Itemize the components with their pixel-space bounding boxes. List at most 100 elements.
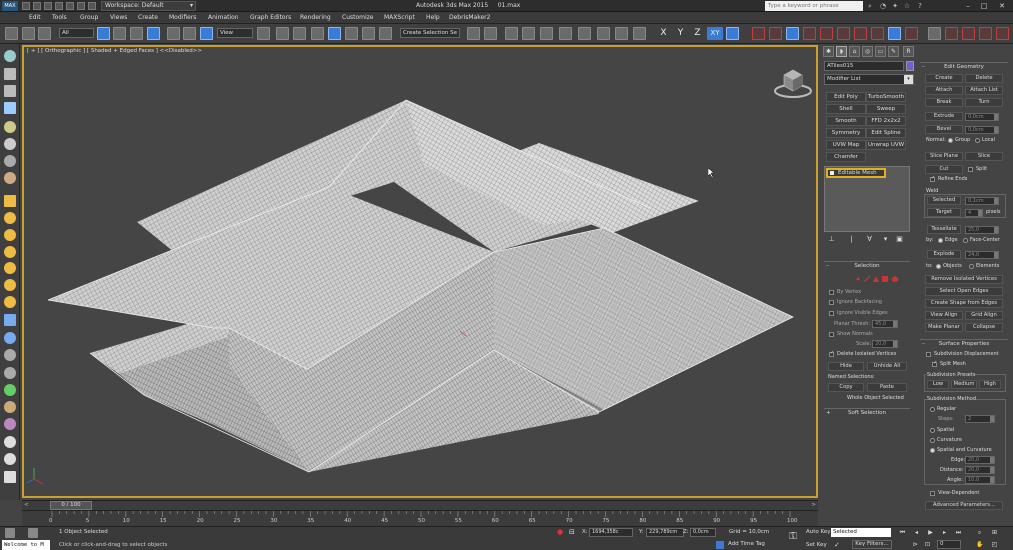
material-editor-button[interactable]: [578, 27, 591, 40]
mirror-button[interactable]: [467, 27, 480, 40]
delete-isolated-checkbox[interactable]: [829, 350, 834, 357]
soft-selection-rollout-header[interactable]: + Soft Selection: [824, 408, 910, 417]
tool-icon-3[interactable]: [4, 85, 16, 97]
extra-tool-6-button[interactable]: [905, 27, 918, 40]
search-icon[interactable]: ⌕: [866, 2, 874, 10]
reference-coordinate-dropdown[interactable]: View: [217, 28, 253, 38]
tool-icon-17[interactable]: [4, 332, 16, 344]
tool-icon-8[interactable]: [4, 172, 16, 184]
window-crossing-button[interactable]: [147, 27, 160, 40]
open-file-icon[interactable]: [33, 2, 41, 10]
tool-icon-4[interactable]: [4, 102, 16, 114]
polygon-level-icon[interactable]: [881, 275, 889, 283]
selection-filter-dropdown[interactable]: All: [59, 28, 94, 38]
layer-explorer-button[interactable]: [505, 27, 518, 40]
bind-space-warp-button[interactable]: [786, 27, 799, 40]
by-vertex-checkbox[interactable]: [829, 290, 834, 295]
slice-button[interactable]: Slice: [965, 152, 1003, 161]
normal-local-radio[interactable]: [975, 138, 980, 143]
menu-rendering[interactable]: Rendering: [300, 14, 331, 21]
attach-list-button[interactable]: Attach List: [965, 86, 1003, 95]
render-production-button[interactable]: [633, 27, 646, 40]
pan-icon[interactable]: ✋: [976, 541, 983, 548]
preset-high-button[interactable]: High: [979, 380, 1001, 389]
new-scene-icon[interactable]: [22, 2, 30, 10]
tool-icon-10[interactable]: [4, 212, 16, 224]
tool-icon-13[interactable]: [4, 262, 16, 274]
mod-edit-poly-button[interactable]: Edit Poly: [826, 92, 866, 102]
viewport-label[interactable]: [ + ] [ Orthographic ] [ Shaded + Edged …: [27, 48, 202, 54]
search-input[interactable]: Type a keyword or phrase: [765, 1, 863, 11]
utilities-tab-icon[interactable]: ✎: [888, 46, 899, 57]
face-level-icon[interactable]: [872, 275, 880, 283]
tool-icon-12[interactable]: [4, 246, 16, 258]
key-mode-toggle-icon[interactable]: ⊳: [912, 541, 919, 548]
extra-tool-2-button[interactable]: [837, 27, 850, 40]
viewcube-icon[interactable]: [773, 65, 813, 99]
extrude-spinner[interactable]: 0,0cm: [965, 113, 999, 121]
menu-help[interactable]: Help: [426, 14, 440, 21]
select-and-move-button[interactable]: [167, 27, 180, 40]
named-selection-dropdown[interactable]: Create Selection Se: [400, 28, 460, 38]
select-and-rotate-button[interactable]: [183, 27, 196, 40]
percent-snap-button[interactable]: [345, 27, 358, 40]
use-pivot-center-button[interactable]: [257, 27, 270, 40]
extra-tool-10-button[interactable]: [979, 27, 992, 40]
absolute-mode-icon[interactable]: ⊟: [569, 528, 577, 536]
tool-icon-9[interactable]: [4, 195, 16, 207]
zoom-all-icon[interactable]: ⊞: [991, 529, 998, 536]
normals-scale-spinner[interactable]: 20,0: [872, 340, 898, 348]
method-spatial-radio[interactable]: [930, 428, 935, 433]
select-open-edges-button[interactable]: Select Open Edges: [925, 287, 1003, 296]
explode-elements-radio[interactable]: [969, 264, 974, 269]
mod-smooth-button[interactable]: Smooth: [826, 116, 866, 126]
close-button[interactable]: ✕: [994, 0, 1010, 12]
project-folder-icon[interactable]: [77, 2, 85, 10]
distance-spinner[interactable]: 20,0: [965, 466, 995, 474]
redo-button[interactable]: [22, 27, 35, 40]
axis-xy-button[interactable]: XY: [707, 27, 723, 40]
unlink-tool-button[interactable]: [769, 27, 782, 40]
extra-tool-7-button[interactable]: [928, 27, 941, 40]
bevel-button[interactable]: Bevel: [925, 125, 963, 134]
menu-views[interactable]: Views: [110, 14, 127, 21]
tool-icon-6[interactable]: [4, 138, 16, 150]
axis-z-button[interactable]: Z: [691, 27, 704, 40]
schematic-view-button[interactable]: [559, 27, 572, 40]
tool-icon-21[interactable]: [4, 401, 16, 413]
keyboard-shortcut-override-button[interactable]: [293, 27, 306, 40]
lock-selection-icon[interactable]: ●: [557, 528, 565, 536]
ignore-backfacing-checkbox[interactable]: [829, 300, 834, 305]
z-coord-field[interactable]: 0,0cm: [690, 528, 716, 537]
spinner-snap-button[interactable]: [362, 27, 375, 40]
grid-align-button[interactable]: Grid Align: [965, 311, 1003, 320]
copy-selection-button[interactable]: Copy: [828, 383, 864, 392]
mod-ffd-button[interactable]: FFD 2x2x2: [866, 116, 906, 126]
undo-button[interactable]: [5, 27, 18, 40]
toggle-ribbon-button[interactable]: [522, 27, 535, 40]
modify-tab-icon[interactable]: ◗: [836, 46, 847, 57]
tool-icon-1[interactable]: [4, 50, 16, 62]
axis-x-button[interactable]: X: [657, 27, 670, 40]
quick-access-menu-icon[interactable]: [88, 2, 96, 10]
mod-symmetry-button[interactable]: Symmetry: [826, 128, 866, 138]
layer-icon[interactable]: [5, 528, 15, 538]
previous-key-icon[interactable]: ◂: [913, 529, 920, 536]
tool-icon-11[interactable]: [4, 229, 16, 241]
preset-low-button[interactable]: Low: [927, 380, 949, 389]
axis-y-button[interactable]: Y: [674, 27, 687, 40]
weld-threshold-spinner[interactable]: 0,1cm: [965, 197, 999, 205]
extra-tool-4-button[interactable]: [871, 27, 884, 40]
undo-icon[interactable]: [55, 2, 63, 10]
subdivision-displacement-checkbox[interactable]: [926, 352, 931, 357]
rectangular-selection-button[interactable]: [130, 27, 143, 40]
curve-editor-button[interactable]: [540, 27, 553, 40]
explode-objects-radio[interactable]: [936, 264, 941, 269]
mod-uvw-map-button[interactable]: UVW Map: [826, 140, 866, 150]
method-spatial-curvature-radio[interactable]: [930, 448, 935, 453]
make-unique-icon[interactable]: ∀: [866, 236, 873, 243]
add-time-tag-button[interactable]: Add Time Tag: [716, 541, 796, 549]
configure-modifier-sets-icon[interactable]: ▣: [896, 236, 903, 243]
hierarchy-tool-button[interactable]: [803, 27, 816, 40]
angle-spinner[interactable]: 10,0: [965, 476, 995, 484]
